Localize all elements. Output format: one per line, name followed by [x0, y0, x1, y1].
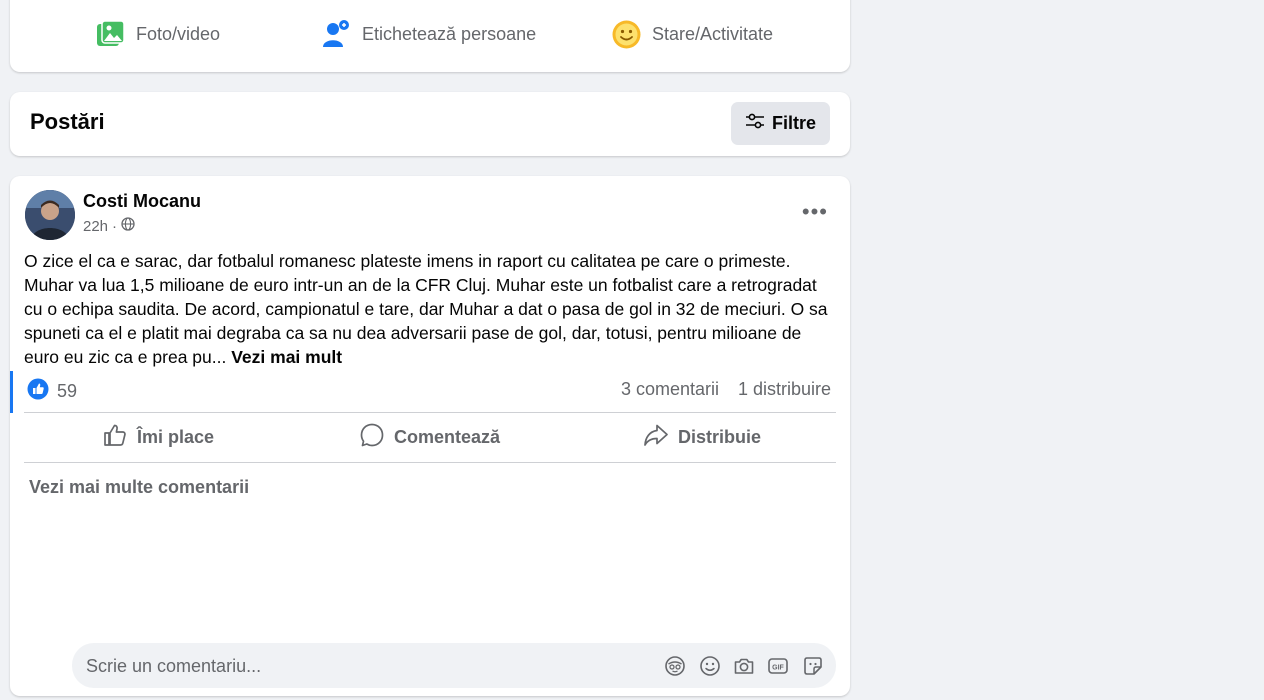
comment-bubble-icon — [359, 422, 385, 453]
reaction-count: 59 — [57, 381, 78, 401]
posts-header-card: Postări Filtre — [10, 92, 850, 156]
meta-separator: · — [112, 217, 118, 235]
see-more-link[interactable]: Vezi mai mult — [231, 347, 342, 367]
tag-people-label: Etichetează persoane — [362, 23, 537, 44]
divider — [24, 412, 836, 413]
camera-icon[interactable] — [733, 655, 755, 682]
comment-label: Comentează — [394, 426, 501, 447]
comments-count[interactable]: 3 comentarii — [621, 379, 719, 400]
thumbs-up-icon — [102, 422, 128, 453]
author-name[interactable]: Costi Mocanu — [83, 191, 201, 212]
sliders-icon — [745, 112, 765, 135]
feeling-activity-label: Stare/Activitate — [652, 23, 774, 44]
filter-button[interactable]: Filtre — [731, 102, 830, 145]
posts-title: Postări — [30, 109, 105, 134]
smiley-icon — [611, 19, 642, 50]
like-label: Îmi place — [137, 426, 215, 447]
divider — [24, 462, 836, 463]
tag-people-icon — [322, 19, 352, 49]
post-body: O zice el ca e sarac, dar fotbalul roman… — [24, 251, 828, 367]
globe-icon — [121, 217, 135, 235]
filter-label: Filtre — [771, 113, 816, 133]
share-label: Distribuie — [678, 426, 762, 447]
tag-people-button[interactable]: Etichetează persoane — [322, 18, 536, 50]
more-options-icon[interactable]: ••• — [802, 201, 828, 223]
share-arrow-icon — [643, 422, 669, 453]
comment-input[interactable]: Scrie un comentariu... GIF — [72, 643, 836, 688]
avatar[interactable] — [25, 190, 75, 240]
focus-accent-bar — [10, 371, 13, 413]
emoji-icon[interactable] — [699, 655, 721, 682]
like-button[interactable]: Îmi place — [102, 424, 214, 450]
post-card: Costi Mocanu 22h · ••• O zice el ca e sa… — [10, 176, 850, 696]
post-time[interactable]: 22h — [83, 218, 108, 235]
shares-count[interactable]: 1 distribuire — [738, 379, 831, 400]
view-more-comments-link[interactable]: Vezi mai multe comentarii — [29, 477, 249, 498]
post-meta: 22h · — [83, 217, 135, 235]
composer-card: Foto/video Etichetează persoane Stare/Ac… — [10, 0, 850, 72]
photo-video-button[interactable]: Foto/video — [96, 18, 220, 50]
post-text: O zice el ca e sarac, dar fotbalul roman… — [24, 249, 839, 369]
photo-video-label: Foto/video — [136, 23, 221, 44]
like-reaction-icon — [27, 378, 49, 405]
photo-icon — [96, 20, 126, 48]
comment-placeholder: Scrie un comentariu... — [86, 656, 262, 676]
avatar-sticker-icon[interactable] — [664, 655, 686, 682]
sticker-icon[interactable] — [802, 655, 824, 682]
reactions-summary[interactable]: 59 — [27, 378, 77, 405]
gif-icon[interactable]: GIF — [767, 655, 789, 682]
comment-button[interactable]: Comentează — [359, 422, 501, 453]
share-button[interactable]: Distribuie — [643, 424, 761, 450]
feeling-activity-button[interactable]: Stare/Activitate — [611, 18, 773, 50]
svg-text:GIF: GIF — [772, 665, 784, 672]
